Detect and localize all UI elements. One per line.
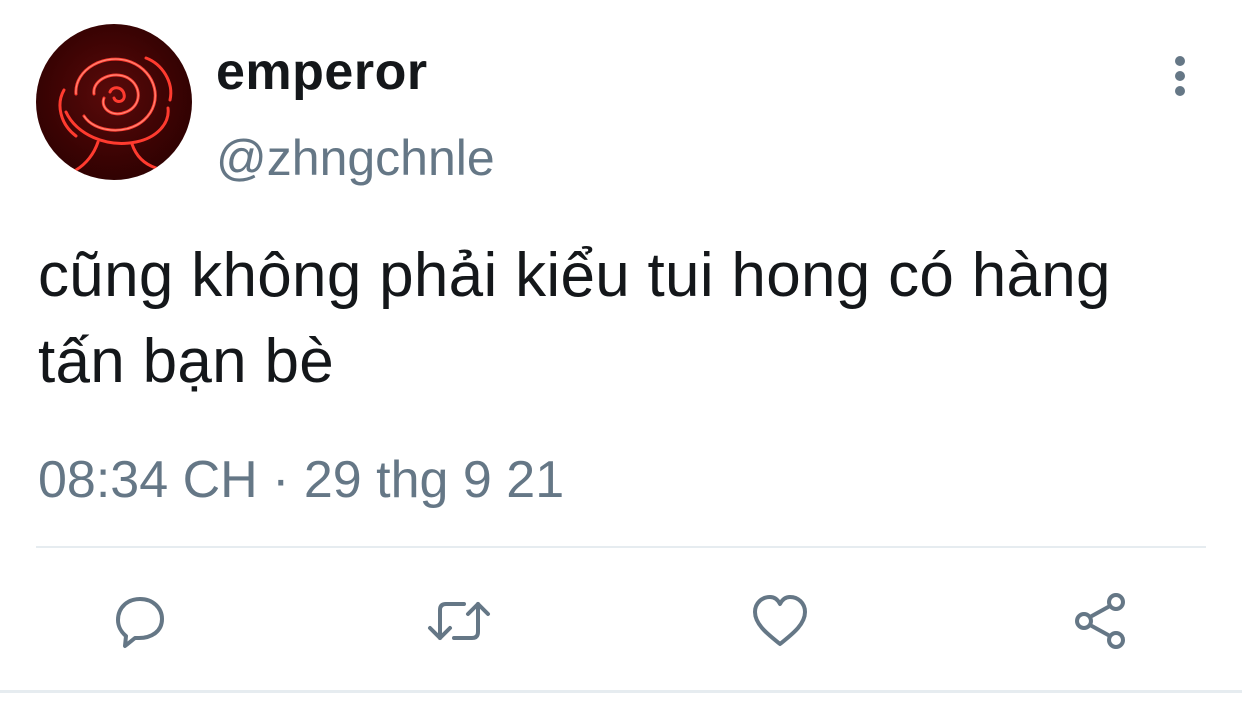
tweet-card: emperor @zhngchnle cũng không phải kiểu … [0,0,1242,711]
avatar[interactable] [36,24,192,180]
tweet-text: cũng không phải kiểu tui hong có hàng tấ… [38,241,1111,396]
reply-icon [116,597,164,648]
share-icon [1075,593,1125,649]
more-options-button[interactable] [1158,52,1202,100]
retweet-button[interactable] [424,586,494,656]
retweet-icon [428,602,490,640]
share-button[interactable] [1066,586,1136,656]
bottom-divider [0,690,1242,693]
neon-rose-icon [58,56,173,172]
tweet-timestamp[interactable]: 08:34 CH · 29 thg 9 21 [38,448,564,512]
more-vertical-icon [1175,56,1185,96]
display-name[interactable]: emperor [216,40,428,104]
user-handle[interactable]: @zhngchnle [216,128,495,188]
heart-icon [753,595,807,646]
action-bar [0,586,1242,656]
divider [36,546,1206,548]
like-button[interactable] [745,586,815,656]
reply-button[interactable] [104,586,174,656]
